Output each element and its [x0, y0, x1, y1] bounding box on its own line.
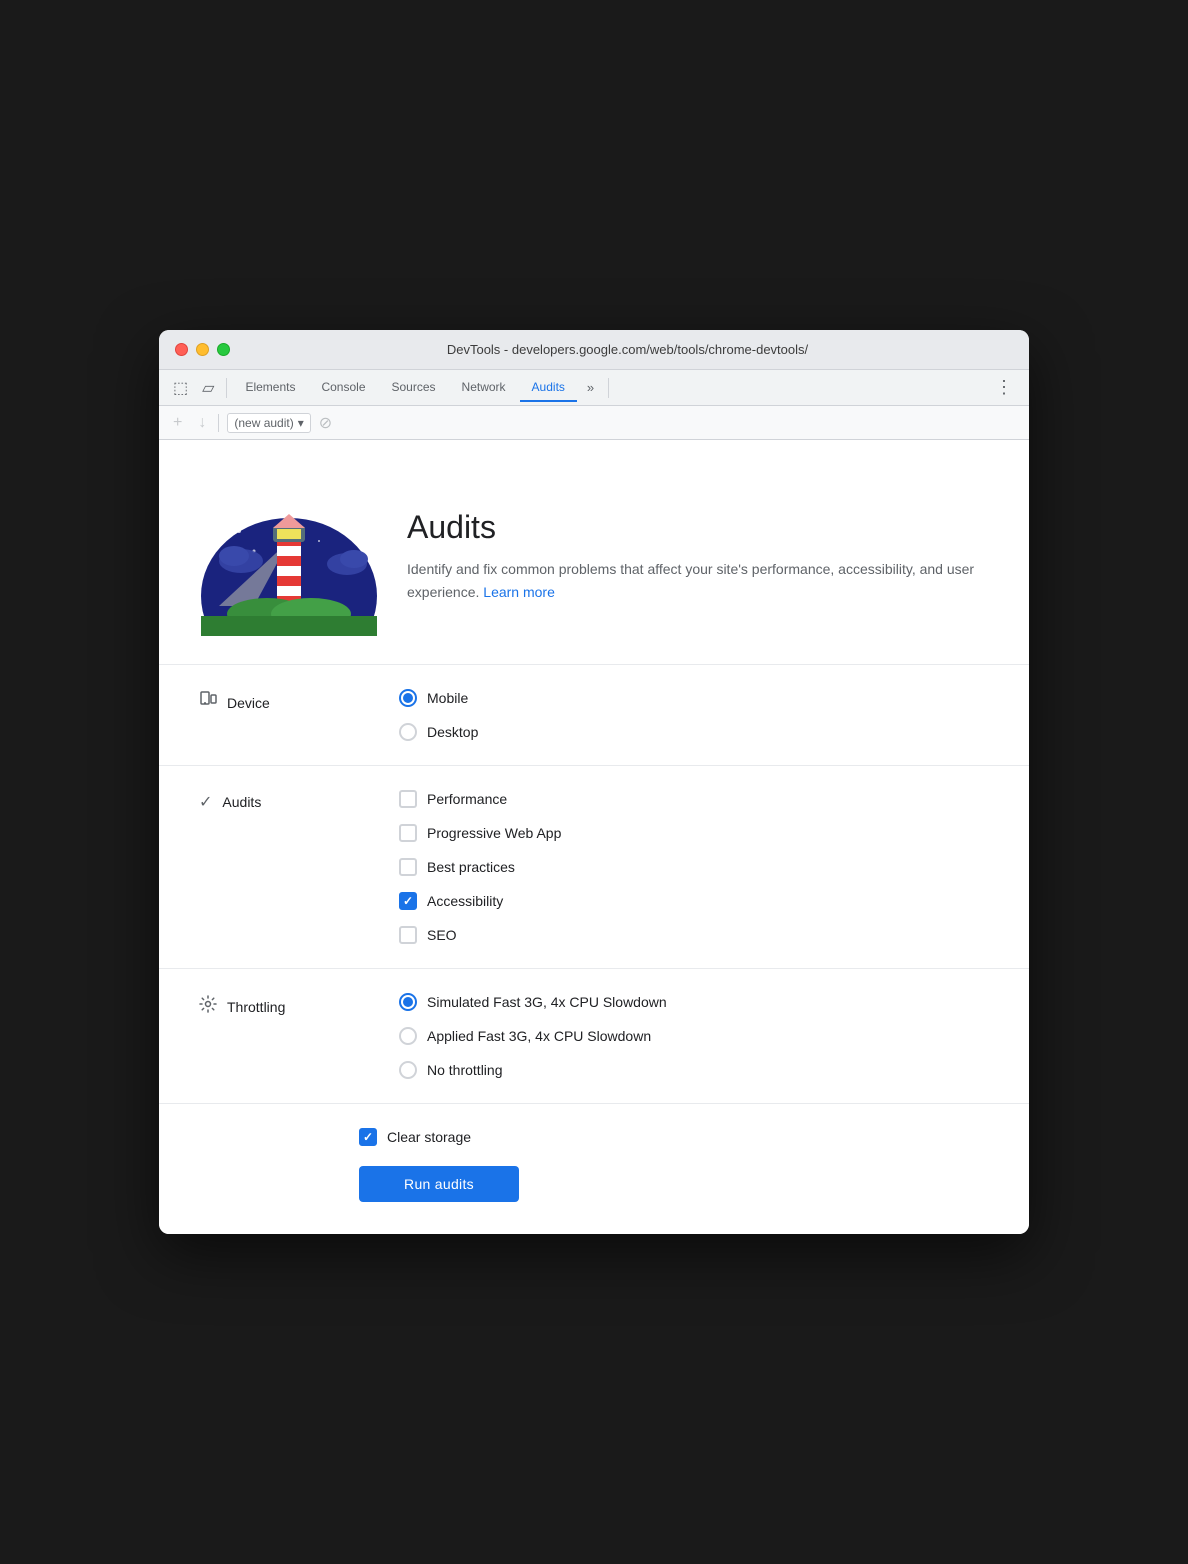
best-practices-checkbox[interactable]: Best practices [399, 858, 561, 876]
no-throttle-radio[interactable]: No throttling [399, 1061, 667, 1079]
devtools-window: DevTools - developers.google.com/web/too… [159, 330, 1029, 1234]
main-content: Audits Identify and fix common problems … [159, 440, 1029, 1234]
gear-icon [199, 995, 217, 1018]
mobile-radio[interactable]: Mobile [399, 689, 478, 707]
bottom-section: Clear storage Run audits [159, 1104, 1029, 1234]
seo-checkbox[interactable]: SEO [399, 926, 561, 944]
applied-throttle-radio[interactable]: Applied Fast 3G, 4x CPU Slowdown [399, 1027, 667, 1045]
minimize-button[interactable] [196, 343, 209, 356]
throttling-label: Throttling [199, 993, 359, 1018]
pwa-checkbox-box[interactable] [399, 824, 417, 842]
throttling-section: Throttling Simulated Fast 3G, 4x CPU Slo… [159, 969, 1029, 1104]
tab-separator-2 [608, 378, 609, 398]
toolbar-separator [218, 414, 219, 432]
audits-label: ✓ Audits [199, 790, 359, 812]
tab-audits[interactable]: Audits [520, 374, 577, 402]
pwa-checkbox[interactable]: Progressive Web App [399, 824, 561, 842]
mobile-radio-circle[interactable] [399, 689, 417, 707]
traffic-lights [175, 343, 230, 356]
add-audit-button[interactable]: + [169, 412, 186, 434]
mobile-radio-label: Mobile [427, 690, 468, 706]
no-throttle-label: No throttling [427, 1062, 502, 1078]
desktop-radio[interactable]: Desktop [399, 723, 478, 741]
seo-checkbox-label: SEO [427, 927, 457, 943]
simulated-throttle-radio[interactable]: Simulated Fast 3G, 4x CPU Slowdown [399, 993, 667, 1011]
clear-storage-checkbox[interactable]: Clear storage [359, 1128, 989, 1146]
tab-network[interactable]: Network [450, 374, 518, 402]
device-options: Mobile Desktop [399, 689, 478, 741]
best-practices-checkbox-label: Best practices [427, 859, 515, 875]
audit-toolbar: + ↓ (new audit) ▾ ⊘ [159, 406, 1029, 440]
throttling-section-label: Throttling [227, 999, 285, 1015]
tab-elements[interactable]: Elements [233, 374, 307, 402]
devtools-menu-button[interactable]: ⋮ [987, 373, 1021, 402]
accessibility-checkbox-label: Accessibility [427, 893, 503, 909]
simulated-throttle-radio-circle[interactable] [399, 993, 417, 1011]
pwa-checkbox-label: Progressive Web App [427, 825, 561, 841]
dropdown-arrow-icon: ▾ [298, 416, 304, 430]
device-section-label: Device [227, 695, 270, 711]
close-button[interactable] [175, 343, 188, 356]
checkmark-icon: ✓ [199, 792, 212, 812]
simulated-throttle-label: Simulated Fast 3G, 4x CPU Slowdown [427, 994, 667, 1010]
best-practices-checkbox-box[interactable] [399, 858, 417, 876]
hero-text: Audits Identify and fix common problems … [407, 509, 989, 603]
device-section: Device Mobile Desktop [159, 665, 1029, 766]
audit-profile-label: (new audit) [234, 416, 293, 430]
accessibility-checkbox-box[interactable] [399, 892, 417, 910]
device-icon[interactable]: ▱ [196, 374, 220, 402]
hero-title: Audits [407, 509, 989, 546]
audits-section-label: Audits [222, 794, 261, 810]
audits-section: ✓ Audits Performance Progressive Web App… [159, 766, 1029, 969]
cursor-icon[interactable]: ⬚ [167, 374, 194, 402]
accessibility-checkbox[interactable]: Accessibility [399, 892, 561, 910]
clear-storage-label: Clear storage [387, 1129, 471, 1145]
audit-profile-dropdown[interactable]: (new audit) ▾ [227, 413, 310, 433]
hero-description: Identify and fix common problems that af… [407, 558, 989, 603]
audits-options: Performance Progressive Web App Best pra… [399, 790, 561, 944]
lighthouse-illustration [199, 476, 379, 636]
learn-more-link[interactable]: Learn more [483, 584, 555, 600]
download-button[interactable]: ↓ [194, 412, 210, 434]
tabbar: ⬚ ▱ Elements Console Sources Network Aud… [159, 370, 1029, 406]
tab-separator [226, 378, 227, 398]
maximize-button[interactable] [217, 343, 230, 356]
tab-console[interactable]: Console [309, 374, 377, 402]
device-icon [199, 691, 217, 714]
titlebar: DevTools - developers.google.com/web/too… [159, 330, 1029, 370]
stop-audit-button[interactable]: ⊘ [319, 413, 332, 433]
tab-sources[interactable]: Sources [380, 374, 448, 402]
more-tabs-button[interactable]: » [579, 376, 602, 399]
no-throttle-radio-circle[interactable] [399, 1061, 417, 1079]
clear-storage-checkbox-box[interactable] [359, 1128, 377, 1146]
hero-section: Audits Identify and fix common problems … [159, 440, 1029, 665]
desktop-radio-circle[interactable] [399, 723, 417, 741]
performance-checkbox[interactable]: Performance [399, 790, 561, 808]
device-label: Device [199, 689, 359, 714]
seo-checkbox-box[interactable] [399, 926, 417, 944]
desktop-radio-label: Desktop [427, 724, 478, 740]
applied-throttle-label: Applied Fast 3G, 4x CPU Slowdown [427, 1028, 651, 1044]
performance-checkbox-label: Performance [427, 791, 507, 807]
applied-throttle-radio-circle[interactable] [399, 1027, 417, 1045]
run-audits-button[interactable]: Run audits [359, 1166, 519, 1202]
window-title: DevTools - developers.google.com/web/too… [242, 342, 1013, 357]
performance-checkbox-box[interactable] [399, 790, 417, 808]
throttling-options: Simulated Fast 3G, 4x CPU Slowdown Appli… [399, 993, 667, 1079]
